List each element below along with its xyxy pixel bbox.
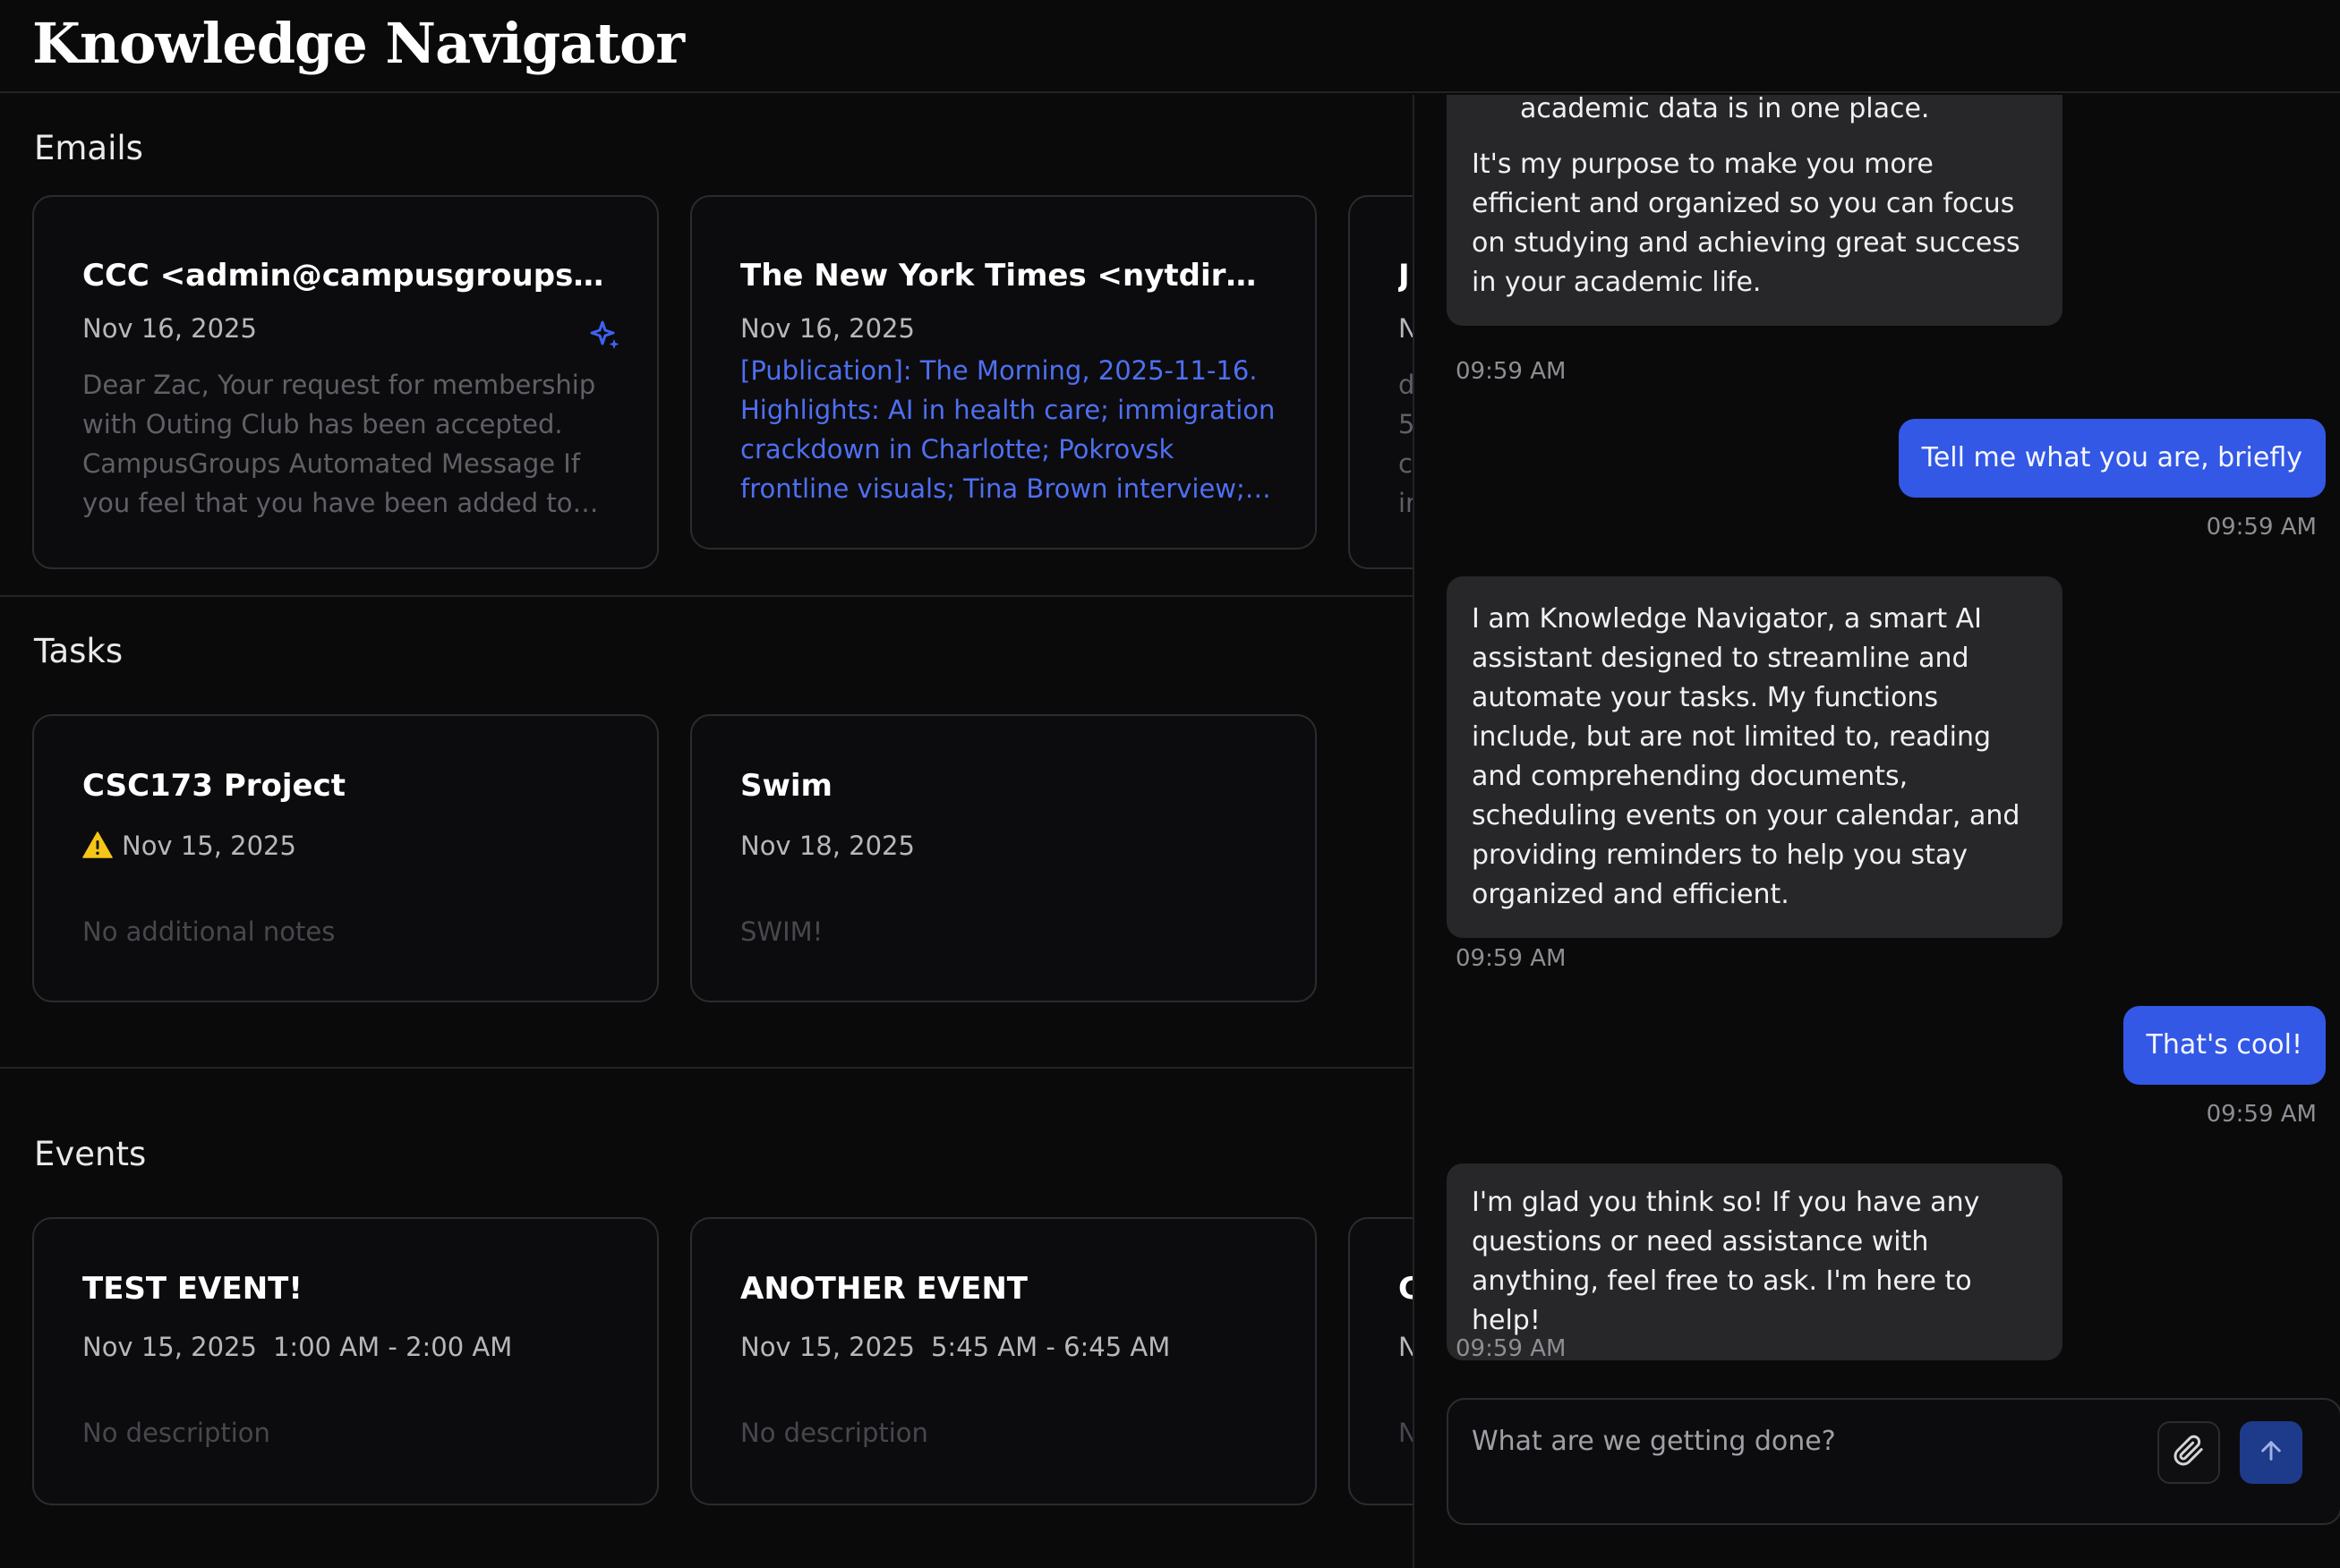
email-date: Nov 16, 2025 bbox=[82, 313, 257, 344]
user-message: Tell me what you are, briefly bbox=[1898, 419, 2326, 498]
assistant-message: I am Knowledge Navigator, a smart AI ass… bbox=[1447, 576, 2062, 938]
email-preview: [Publication]: The Morning, 2025-11-16. … bbox=[740, 355, 1276, 504]
email-card[interactable]: The New York Times <nytdirect@nytimes.co… bbox=[690, 195, 1317, 550]
chat-composer bbox=[1447, 1398, 2340, 1525]
event-time: 1:00 AM - 2:00 AM bbox=[272, 1332, 513, 1362]
email-date: N bbox=[1398, 313, 1413, 344]
chat-panel[interactable]: academic data is in one place. It's my p… bbox=[1413, 95, 2340, 1568]
email-card[interactable]: CCC <admin@campusgroups.com> Nov 16, 202… bbox=[32, 195, 659, 569]
message-timestamp: 09:59 AM bbox=[2206, 514, 2317, 541]
assistant-message-text: It's my purpose to make you more efficie… bbox=[1472, 149, 2020, 298]
email-preview: Dear Zac, Your request for membership wi… bbox=[82, 370, 596, 518]
event-time: 5:45 AM - 6:45 AM bbox=[930, 1332, 1171, 1362]
task-due-date: Nov 18, 2025 bbox=[740, 831, 915, 861]
tasks-section-title: Tasks bbox=[34, 632, 124, 670]
attach-button[interactable] bbox=[2157, 1421, 2220, 1484]
event-date: N bbox=[1398, 1332, 1413, 1362]
task-card[interactable]: CSC173 Project Nov 15, 2025 No additiona… bbox=[32, 714, 659, 1002]
message-timestamp: 09:59 AM bbox=[1456, 945, 1567, 972]
email-card[interactable]: J N d 5 c in bbox=[1348, 195, 1413, 569]
task-notes: No additional notes bbox=[82, 916, 336, 947]
user-message: That's cool! bbox=[2122, 1006, 2326, 1085]
email-sender: J bbox=[1398, 258, 1410, 294]
assistant-message: I'm glad you think so! If you have any q… bbox=[1447, 1163, 2062, 1360]
email-sender: CCC <admin@campusgroups.com> bbox=[82, 258, 612, 294]
message-timestamp: 09:59 AM bbox=[1456, 358, 1567, 385]
app-title: Knowledge Navigator bbox=[32, 11, 685, 76]
event-datetime: Nov 15, 2025 5:45 AM - 6:45 AM bbox=[740, 1332, 1170, 1362]
arrow-up-icon bbox=[2257, 1436, 2285, 1469]
section-divider bbox=[0, 595, 1413, 597]
email-sender: The New York Times <nytdirect@nytimes.co… bbox=[740, 258, 1270, 294]
event-date: Nov 15, 2025 bbox=[740, 1332, 915, 1362]
events-section: Events TEST EVENT! Nov 15, 2025 1:00 AM -… bbox=[0, 1069, 1413, 1568]
event-description: No description bbox=[740, 1418, 928, 1448]
task-due-date: Nov 15, 2025 bbox=[82, 831, 296, 861]
assistant-message-text: I'm glad you think so! If you have any q… bbox=[1472, 1187, 1980, 1336]
warning-icon bbox=[82, 831, 113, 858]
event-card[interactable]: TEST EVENT! Nov 15, 2025 1:00 AM - 2:00 A… bbox=[32, 1217, 659, 1505]
app-header: Knowledge Navigator bbox=[0, 0, 2340, 93]
app-root: Knowledge Navigator Emails CCC <admin@ca… bbox=[0, 0, 2340, 1568]
event-title: TEST EVENT! bbox=[82, 1271, 303, 1307]
event-description: N bbox=[1398, 1418, 1413, 1448]
event-description: No description bbox=[82, 1418, 270, 1448]
sparkle-icon[interactable] bbox=[587, 317, 623, 353]
event-card[interactable]: C N N bbox=[1348, 1217, 1413, 1505]
assistant-message: academic data is in one place. It's my p… bbox=[1447, 95, 2062, 326]
send-button[interactable] bbox=[2240, 1421, 2302, 1484]
email-preview: d 5 c in bbox=[1398, 370, 1413, 518]
event-title: ANOTHER EVENT bbox=[740, 1271, 1028, 1307]
event-datetime: Nov 15, 2025 1:00 AM - 2:00 AM bbox=[82, 1332, 512, 1362]
main-content: Emails CCC <admin@campusgroups.com> Nov … bbox=[0, 95, 1413, 1568]
task-notes: SWIM! bbox=[740, 916, 824, 947]
task-card[interactable]: Swim Nov 18, 2025 SWIM! bbox=[690, 714, 1317, 1002]
task-date-text: Nov 15, 2025 bbox=[122, 831, 296, 861]
task-title: CSC173 Project bbox=[82, 768, 346, 804]
assistant-message-text: I am Knowledge Navigator, a smart AI ass… bbox=[1472, 603, 2020, 910]
task-title: Swim bbox=[740, 768, 833, 804]
event-date: Nov 15, 2025 bbox=[82, 1332, 257, 1362]
message-timestamp: 09:59 AM bbox=[2206, 1101, 2317, 1128]
events-section-title: Events bbox=[34, 1135, 147, 1173]
emails-section: Emails CCC <admin@campusgroups.com> Nov … bbox=[0, 95, 1413, 596]
paperclip-icon bbox=[2173, 1435, 2205, 1470]
emails-section-title: Emails bbox=[34, 129, 143, 167]
message-timestamp: 09:59 AM bbox=[1456, 1335, 1567, 1362]
chat-input[interactable] bbox=[1472, 1419, 2134, 1462]
event-title: C bbox=[1398, 1271, 1413, 1307]
event-card[interactable]: ANOTHER EVENT Nov 15, 2025 5:45 AM - 6:45… bbox=[690, 1217, 1317, 1505]
assistant-message-partial: academic data is in one place. bbox=[1520, 95, 1930, 124]
email-date: Nov 16, 2025 bbox=[740, 313, 915, 344]
